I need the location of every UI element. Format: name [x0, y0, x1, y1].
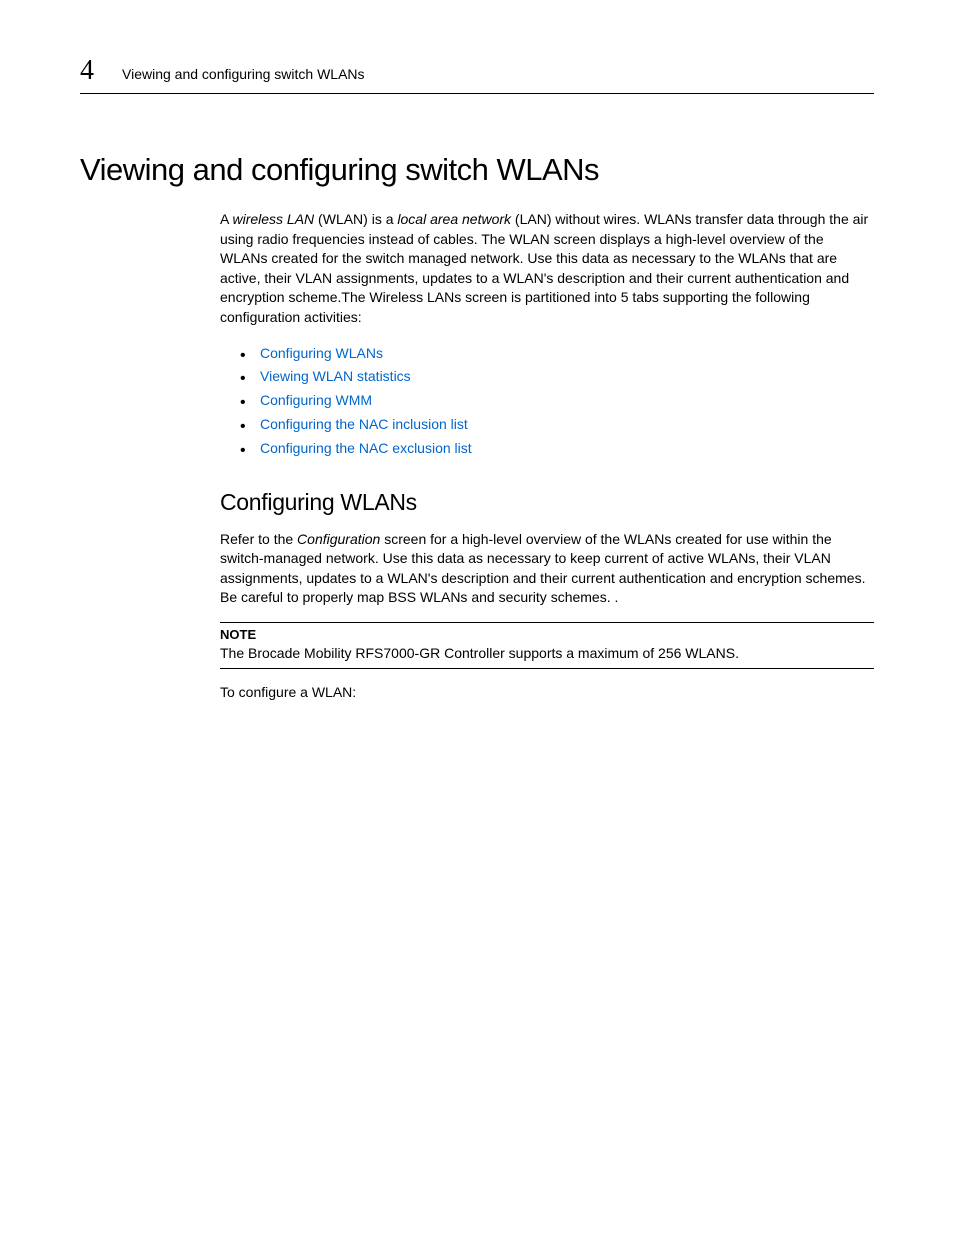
list-item: Configuring the NAC inclusion list [240, 413, 874, 437]
link-nac-inclusion[interactable]: Configuring the NAC inclusion list [260, 416, 468, 432]
link-viewing-wlan-statistics[interactable]: Viewing WLAN statistics [260, 368, 411, 384]
italic-wireless-lan: wireless LAN [232, 211, 314, 227]
topic-bullet-list: Configuring WLANs Viewing WLAN statistic… [240, 342, 874, 461]
link-configuring-wmm[interactable]: Configuring WMM [260, 392, 372, 408]
section-text-1: Refer to the [220, 531, 297, 547]
italic-configuration: Configuration [297, 531, 380, 547]
note-block: NOTE The Brocade Mobility RFS7000-GR Con… [220, 622, 874, 669]
list-item: Viewing WLAN statistics [240, 365, 874, 389]
intro-paragraph: A wireless LAN (WLAN) is a local area ne… [220, 210, 874, 328]
list-item: Configuring WMM [240, 389, 874, 413]
chapter-number: 4 [80, 55, 94, 87]
link-nac-exclusion[interactable]: Configuring the NAC exclusion list [260, 440, 472, 456]
list-item: Configuring the NAC exclusion list [240, 437, 874, 461]
list-item: Configuring WLANs [240, 342, 874, 366]
closing-text: To configure a WLAN: [220, 683, 874, 703]
note-label: NOTE [220, 627, 874, 642]
page-content: 4 Viewing and configuring switch WLANs V… [0, 0, 954, 702]
section-heading: Configuring WLANs [220, 489, 874, 516]
intro-text-2: (WLAN) is a [314, 211, 397, 227]
intro-text-1: A [220, 211, 232, 227]
section-paragraph: Refer to the Configuration screen for a … [220, 530, 874, 608]
note-text: The Brocade Mobility RFS7000-GR Controll… [220, 645, 739, 661]
main-heading: Viewing and configuring switch WLANs [80, 152, 874, 188]
link-configuring-wlans[interactable]: Configuring WLANs [260, 345, 383, 361]
italic-local-area-network: local area network [397, 211, 511, 227]
page-header: 4 Viewing and configuring switch WLANs [80, 55, 874, 94]
intro-text-3: (LAN) without wires. WLANs transfer data… [220, 211, 868, 325]
running-header-title: Viewing and configuring switch WLANs [122, 66, 365, 82]
